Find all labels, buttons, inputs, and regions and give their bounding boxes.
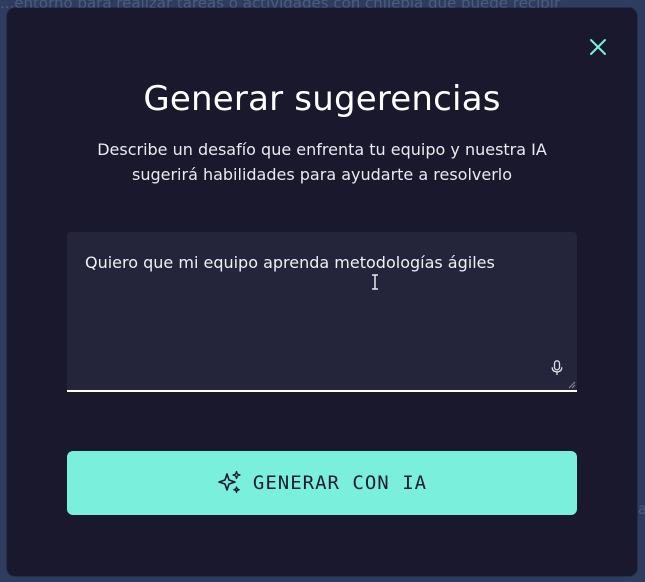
challenge-textarea[interactable]: Quiero que mi equipo aprenda metodología… — [67, 232, 577, 392]
microphone-icon[interactable] — [551, 360, 563, 376]
generate-with-ai-button[interactable]: GENERAR CON IA — [67, 451, 577, 515]
sparkles-icon — [218, 470, 241, 494]
challenge-textarea-value[interactable]: Quiero que mi equipo aprenda metodología… — [85, 252, 555, 274]
dialog-title: Generar sugerencias — [143, 79, 501, 119]
resize-grip-icon[interactable] — [568, 381, 576, 389]
background-fragment: a — [638, 500, 645, 518]
dialog-subtitle: Describe un desafío que enfrenta tu equi… — [97, 140, 547, 184]
text-cursor-icon — [372, 274, 378, 290]
close-icon — [590, 39, 606, 55]
close-button[interactable] — [589, 38, 607, 56]
suggestions-dialog: Generar sugerencias Describe un desafío … — [7, 8, 637, 576]
generate-button-label: GENERAR CON IA — [252, 472, 428, 494]
